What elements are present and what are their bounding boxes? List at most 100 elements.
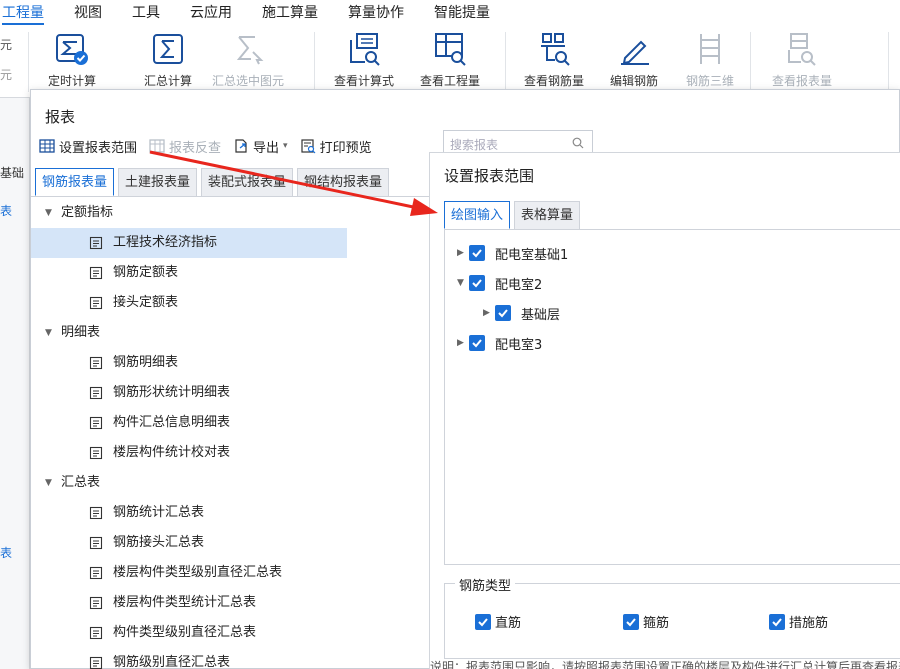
menu-bar: 工程量 视图 工具 云应用 施工算量 算量协作 智能提量 (0, 0, 900, 26)
menu-collaboration[interactable]: 算量协作 (333, 0, 419, 26)
floor-tree: ▶ 配电室基础1 ▼ 配电室2 ▶ 基础层 ▶ 配电室3 (444, 229, 900, 565)
document-icon (89, 596, 103, 610)
calc-check-icon (56, 34, 88, 65)
checkbox-checked-icon[interactable] (495, 305, 511, 321)
checkbox-measure-rebar[interactable]: 措施筋 (769, 612, 828, 631)
rebar-type-legend: 钢筋类型 (455, 575, 516, 594)
caret-down-icon[interactable]: ▼ (457, 278, 469, 288)
view-report-button[interactable]: 查看报表量 (764, 30, 840, 88)
checkbox-checked-icon[interactable] (469, 335, 485, 351)
menu-tools[interactable]: 工具 (117, 0, 175, 26)
tree-item-grade-diameter[interactable]: 钢筋级别直径汇总表 (31, 648, 347, 669)
range-tabs: 绘图输入 表格算量 (444, 201, 584, 229)
document-icon (89, 656, 103, 669)
rebar-3d-button[interactable]: 钢筋三维 (672, 30, 748, 88)
caret-right-icon[interactable]: ▶ (483, 308, 495, 318)
document-icon (89, 536, 103, 550)
tree-item-floor-check[interactable]: 楼层构件统计校对表 (31, 438, 347, 468)
document-icon (89, 446, 103, 460)
search-icon[interactable] (572, 137, 584, 149)
print-preview-button[interactable]: 打印预览 (300, 137, 372, 156)
tree-item-joint-quota[interactable]: 接头定额表 (31, 288, 347, 318)
view-formula-button[interactable]: 查看计算式 (326, 30, 402, 88)
view-rebar-button[interactable]: 查看钢筋量 (516, 30, 592, 88)
menu-construction-quantity[interactable]: 施工算量 (247, 0, 333, 26)
caret-down-icon[interactable]: ▼ (45, 198, 61, 228)
tree-item-tech-econ-index[interactable]: 工程技术经济指标 (31, 228, 347, 258)
view-quantity-button[interactable]: 查看工程量 (412, 30, 488, 88)
document-icon (89, 416, 103, 430)
table-search-icon (435, 33, 466, 66)
rebar-type-group: 钢筋类型 直筋 箍筋 措施筋 (444, 575, 900, 659)
document-icon (89, 356, 103, 370)
formula-search-icon (350, 33, 380, 66)
tree-item-joint-summary[interactable]: 钢筋接头汇总表 (31, 528, 347, 558)
caret-down-icon[interactable]: ▼ (45, 468, 61, 498)
floor-node-3[interactable]: ▶ 配电室3 (457, 332, 542, 354)
timed-calc-button[interactable]: 定时计算 (34, 30, 110, 88)
tree-item-component-summary-detail[interactable]: 构件汇总信息明细表 (31, 408, 347, 438)
document-icon (89, 266, 103, 280)
tree-item-floor-type-grade-diameter[interactable]: 楼层构件类型级别直径汇总表 (31, 558, 347, 588)
caret-right-icon[interactable]: ▶ (457, 248, 469, 258)
export-button[interactable]: 导出 ▾ (233, 137, 288, 156)
tab-table-calc[interactable]: 表格算量 (514, 201, 581, 229)
caret-down-icon[interactable]: ▼ (45, 318, 61, 348)
checkbox-checked-icon[interactable] (475, 613, 491, 630)
background-left-panel: 基础 表 表 (0, 98, 30, 669)
export-icon (235, 139, 247, 153)
menu-engineering-quantity[interactable]: 工程量 (0, 0, 59, 26)
tree-group-quota[interactable]: ▼ 定额指标 (31, 198, 431, 228)
document-icon (89, 296, 103, 310)
checkbox-checked-icon[interactable] (469, 275, 485, 291)
tree-item-rebar-quota[interactable]: 钢筋定额表 (31, 258, 347, 288)
range-panel-title: 设置报表范围 (444, 167, 535, 185)
ribbon-left-text-1: 元 (0, 38, 13, 52)
checkbox-straight-rebar[interactable]: 直筋 (475, 612, 521, 631)
reverse-lookup-button[interactable]: 报表反查 (149, 137, 221, 156)
tree-item-rebar-detail[interactable]: 钢筋明细表 (31, 348, 347, 378)
menu-smart-extract[interactable]: 智能提量 (419, 0, 505, 26)
bg-left-text-3[interactable]: 表 (0, 544, 12, 561)
floor-node-1[interactable]: ▶ 配电室基础1 (457, 242, 568, 264)
set-range-panel: 设置报表范围 绘图输入 表格算量 ▶ 配电室基础1 ▼ 配电室2 ▶ 基础层 ▶ (429, 152, 900, 669)
rebar-search-icon (541, 33, 570, 66)
tree-group-summary[interactable]: ▼ 汇总表 (31, 468, 431, 498)
floor-node-2-1[interactable]: ▶ 基础层 (483, 302, 560, 324)
summary-selected-button[interactable]: 汇总选中图元 (210, 30, 286, 88)
tree-group-detail[interactable]: ▼ 明细表 (31, 318, 431, 348)
tab-drawing-input[interactable]: 绘图输入 (444, 201, 511, 229)
tab-rebar-report[interactable]: 钢筋报表量 (35, 168, 115, 196)
ribbon-left-text-2: 元 (0, 68, 13, 82)
checkbox-checked-icon[interactable] (623, 613, 639, 630)
chevron-down-icon[interactable]: ▾ (283, 141, 288, 151)
floor-node-2[interactable]: ▼ 配电室2 (457, 272, 542, 294)
tree-item-rebar-summary[interactable]: 钢筋统计汇总表 (31, 498, 347, 528)
menu-cloud-apps[interactable]: 云应用 (175, 0, 247, 26)
edit-rebar-button[interactable]: 编辑钢筋 (596, 30, 672, 88)
set-range-button[interactable]: 设置报表范围 (39, 137, 137, 156)
checkbox-checked-icon[interactable] (469, 245, 485, 261)
document-icon (89, 626, 103, 640)
tab-steel-report[interactable]: 钢结构报表量 (297, 168, 390, 196)
bg-left-text-2[interactable]: 表 (0, 202, 12, 219)
table-reverse-icon (149, 139, 165, 153)
edit-pen-icon (621, 40, 649, 65)
summary-calc-button[interactable]: 汇总计算 (130, 30, 206, 88)
report-search-icon (788, 33, 816, 66)
tree-item-type-grade-diameter[interactable]: 构件类型级别直径汇总表 (31, 618, 347, 648)
ribbon-toolbar: 元 元 定时计算 汇总计算 汇总选中图元 查看计算式 查看工程量 查看钢筋量 编… (0, 26, 900, 98)
tree-item-floor-type-stat[interactable]: 楼层构件类型统计汇总表 (31, 588, 347, 618)
menu-view[interactable]: 视图 (59, 0, 117, 26)
report-tabs: 钢筋报表量 土建报表量 装配式报表量 钢结构报表量 (35, 168, 393, 196)
caret-right-icon[interactable]: ▶ (457, 338, 469, 348)
tab-civil-report[interactable]: 土建报表量 (118, 168, 198, 196)
sigma-arrow-icon (236, 36, 264, 65)
document-icon (89, 566, 103, 580)
tree-item-rebar-shape-detail[interactable]: 钢筋形状统计明细表 (31, 378, 347, 408)
bg-left-text-1: 基础 (0, 166, 25, 180)
checkbox-stirrup[interactable]: 箍筋 (623, 612, 669, 631)
print-preview-icon (300, 139, 316, 154)
checkbox-checked-icon[interactable] (769, 613, 785, 630)
tab-prefab-report[interactable]: 装配式报表量 (201, 168, 294, 196)
